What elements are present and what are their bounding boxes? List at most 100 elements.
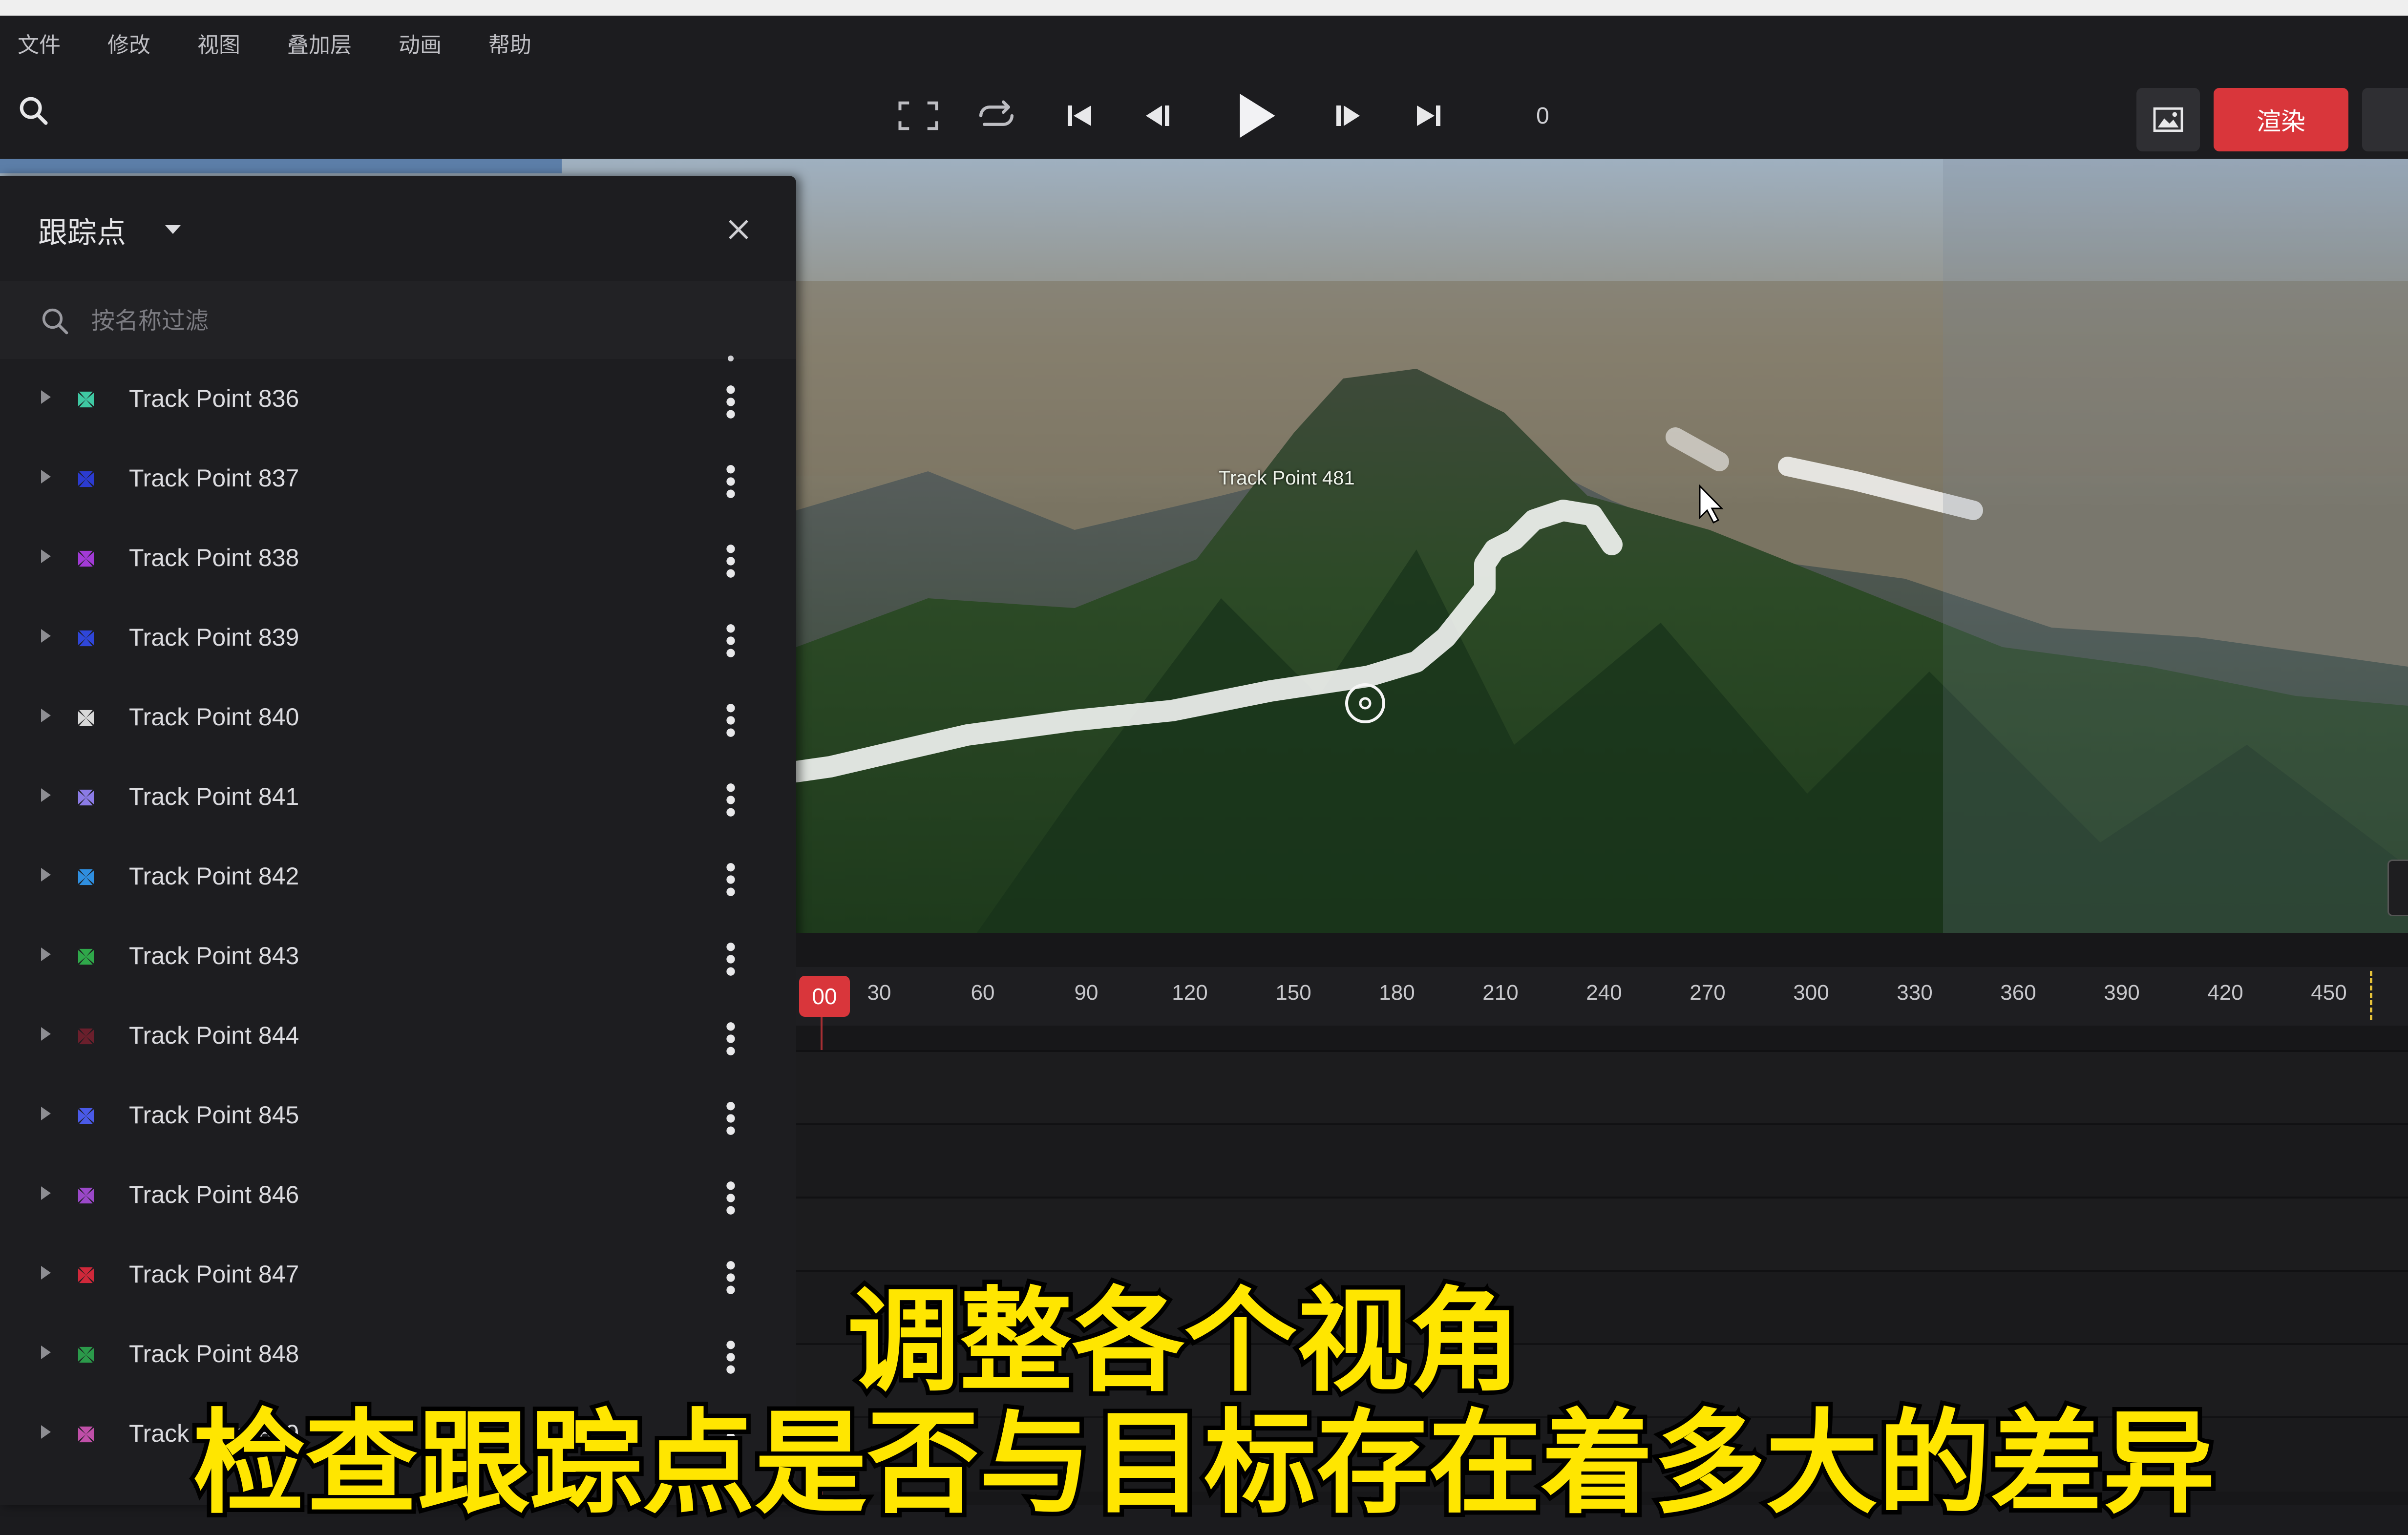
viewport-top-strip bbox=[0, 159, 562, 173]
more-options-icon[interactable] bbox=[722, 462, 739, 501]
menu-overlay[interactable]: 叠加层 bbox=[270, 27, 352, 59]
track-point-row[interactable]: Track Point 845 bbox=[0, 1075, 796, 1155]
skip-to-end-button[interactable] bbox=[1407, 89, 1451, 143]
skip-start-icon bbox=[1068, 105, 1091, 126]
expand-arrow-icon[interactable] bbox=[41, 709, 51, 722]
track-point-row[interactable]: Track Point 838 bbox=[0, 518, 796, 598]
timeline-tick-label: 60 bbox=[971, 981, 995, 1005]
more-options-icon[interactable] bbox=[722, 701, 739, 740]
track-point-icon bbox=[78, 471, 94, 487]
play-button[interactable] bbox=[1226, 89, 1285, 143]
loop-icon bbox=[979, 100, 1014, 126]
more-options-icon[interactable] bbox=[722, 542, 739, 581]
more-options-icon[interactable] bbox=[722, 1019, 739, 1058]
viewport-side-handle[interactable] bbox=[2387, 860, 2408, 916]
subtitle-line-2: 检查跟踪点是否与目标存在着多大的差异 bbox=[189, 1394, 2219, 1534]
step-forward-button[interactable] bbox=[1326, 89, 1370, 143]
track-point-row[interactable]: Track Point 842 bbox=[0, 837, 796, 916]
skip-end-icon bbox=[1417, 105, 1440, 126]
menu-bar: 文件 修改 视图 叠加层 动画 帮助 bbox=[0, 16, 561, 70]
viewport-dim-overlay bbox=[1943, 159, 2408, 933]
track-point-label: Track Point 841 bbox=[129, 783, 299, 810]
timeline-tick-label: 450 bbox=[2311, 981, 2347, 1005]
more-options-icon[interactable] bbox=[722, 860, 739, 899]
track-point-icon bbox=[78, 391, 94, 408]
track-point-label: Track Point 845 bbox=[129, 1101, 299, 1129]
expand-arrow-icon[interactable] bbox=[41, 1027, 51, 1041]
more-options-icon[interactable] bbox=[722, 1178, 739, 1218]
track-point-label: Track Point 843 bbox=[129, 942, 299, 969]
expand-arrow-icon[interactable] bbox=[41, 549, 51, 563]
expand-arrow-icon[interactable] bbox=[41, 868, 51, 882]
fullscreen-button[interactable] bbox=[894, 89, 943, 143]
track-point-icon bbox=[78, 630, 94, 647]
step-back-button[interactable] bbox=[1136, 89, 1180, 143]
timeline-track-row bbox=[796, 1123, 2408, 1199]
timeline-tick-label: 390 bbox=[2104, 981, 2140, 1005]
menu-animation[interactable]: 动画 bbox=[381, 27, 442, 59]
menu-view[interactable]: 视图 bbox=[180, 27, 240, 59]
expand-arrow-icon[interactable] bbox=[41, 629, 51, 643]
menu-help[interactable]: 帮助 bbox=[471, 27, 531, 59]
more-options-icon[interactable] bbox=[722, 1099, 739, 1138]
skip-to-start-button[interactable] bbox=[1057, 89, 1101, 143]
filter-bar bbox=[0, 281, 796, 359]
expand-arrow-icon[interactable] bbox=[41, 788, 51, 802]
track-point-row[interactable]: Track Point 840 bbox=[0, 677, 796, 757]
track-point-row[interactable]: Track Point 839 bbox=[0, 598, 796, 677]
panel-dropdown[interactable] bbox=[163, 223, 183, 238]
timeline-track-row bbox=[796, 1050, 2408, 1125]
timeline-tick-label: 360 bbox=[2000, 981, 2036, 1005]
menu-file[interactable]: 文件 bbox=[0, 27, 61, 59]
track-point-icon bbox=[78, 869, 94, 885]
track-point-row[interactable]: Track Point 844 bbox=[0, 996, 796, 1075]
menu-edit[interactable]: 修改 bbox=[90, 27, 150, 59]
track-point-row[interactable]: Track Point 841 bbox=[0, 757, 796, 837]
timeline-tick-label: 330 bbox=[1897, 981, 1933, 1005]
track-point-row[interactable]: Track Point 843 bbox=[0, 916, 796, 996]
track-point-label: Track Point 840 bbox=[129, 703, 299, 731]
caret-down-icon bbox=[165, 225, 181, 234]
fullscreen-icon bbox=[898, 101, 938, 130]
track-point-icon bbox=[78, 1108, 94, 1124]
timeline-tick-label: 120 bbox=[1172, 981, 1208, 1005]
more-options-icon[interactable] bbox=[722, 940, 739, 979]
panel-header: 跟踪点 bbox=[0, 176, 796, 281]
extra-toolbar-button[interactable] bbox=[2362, 88, 2408, 151]
timeline-ruler[interactable]: 30 60 90 120 150 180 210 240 270 300 330 360 390 420 4… bbox=[796, 967, 2408, 1026]
more-options-icon[interactable] bbox=[722, 382, 739, 421]
track-point-row[interactable]: Track Point 837 bbox=[0, 439, 796, 518]
track-point-icon bbox=[78, 550, 94, 567]
top-strip bbox=[0, 0, 2408, 16]
timeline-tick-label: 30 bbox=[867, 981, 891, 1005]
timeline-tick-label: 180 bbox=[1379, 981, 1415, 1005]
timeline-tick-label: 270 bbox=[1690, 981, 1726, 1005]
filter-input[interactable] bbox=[90, 303, 727, 338]
more-options-icon[interactable] bbox=[722, 621, 739, 660]
track-point-row[interactable]: Track Point 846 bbox=[0, 1155, 796, 1235]
expand-arrow-icon[interactable] bbox=[41, 1186, 51, 1200]
more-options-icon[interactable] bbox=[722, 780, 739, 820]
expand-arrow-icon[interactable] bbox=[41, 390, 51, 404]
track-point-label: Track Point 844 bbox=[129, 1022, 299, 1049]
render-button[interactable]: 渲染 bbox=[2214, 88, 2348, 151]
loop-button[interactable] bbox=[972, 89, 1021, 143]
close-panel-button[interactable] bbox=[724, 215, 753, 244]
timeline-tick-label: 240 bbox=[1586, 981, 1622, 1005]
search-icon bbox=[39, 305, 71, 340]
timeline-tick-label: 420 bbox=[2207, 981, 2243, 1005]
search-button[interactable] bbox=[17, 94, 51, 128]
expand-arrow-icon[interactable] bbox=[41, 947, 51, 961]
end-marker[interactable] bbox=[2370, 971, 2372, 1020]
timeline-tick-label: 300 bbox=[1793, 981, 1829, 1005]
expand-arrow-icon[interactable] bbox=[41, 1107, 51, 1120]
search-icon bbox=[20, 97, 48, 125]
panel-title: 跟踪点 bbox=[38, 216, 126, 249]
snapshot-button[interactable] bbox=[2136, 88, 2200, 151]
track-point-row[interactable]: Track Point 836 bbox=[0, 359, 796, 439]
expand-arrow-icon[interactable] bbox=[41, 470, 51, 484]
track-point-icon bbox=[78, 1187, 94, 1204]
track-point-icon bbox=[78, 1028, 94, 1045]
step-back-icon bbox=[1146, 105, 1169, 126]
playhead[interactable]: 00 bbox=[799, 976, 850, 1017]
